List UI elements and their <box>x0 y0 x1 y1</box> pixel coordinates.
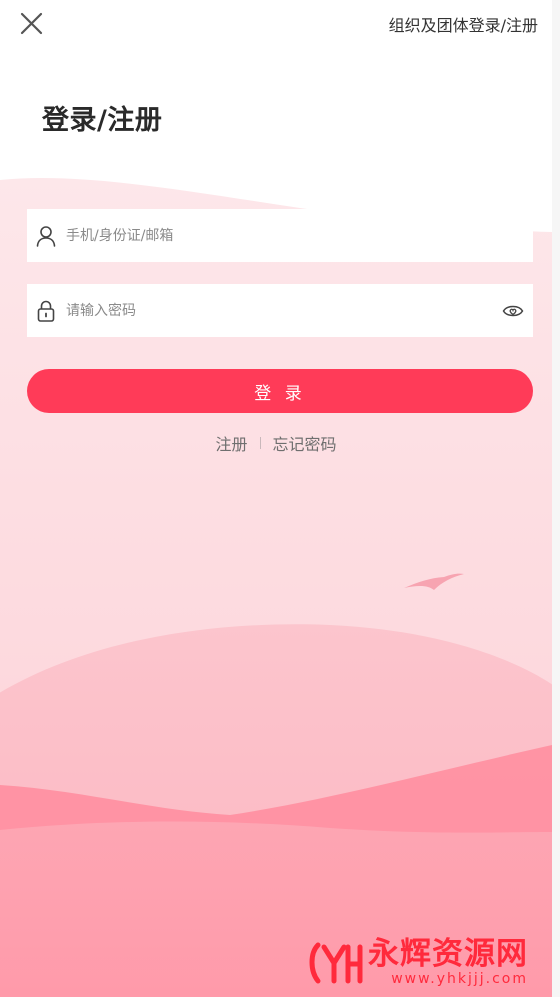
lock-icon <box>37 300 55 322</box>
login-page: 组织及团体登录/注册 登录/注册 登 录 注册 忘记密码 <box>0 0 552 997</box>
background-illustration <box>0 178 552 997</box>
account-field <box>27 209 533 262</box>
watermark-title: 永辉资源网 <box>368 936 528 972</box>
link-divider <box>259 437 261 449</box>
bottom-links: 注册 忘记密码 <box>0 431 552 455</box>
close-icon[interactable] <box>14 8 48 42</box>
user-icon <box>36 225 56 247</box>
watermark-url: www.yhkjjj.com <box>391 971 528 987</box>
page-title: 登录/注册 <box>42 105 163 136</box>
password-input[interactable] <box>66 290 502 331</box>
eye-icon[interactable] <box>502 302 524 320</box>
login-button[interactable]: 登 录 <box>27 369 533 413</box>
register-link[interactable]: 注册 <box>215 431 247 455</box>
watermark-logo-icon <box>309 942 363 984</box>
right-edge-strip <box>552 0 560 997</box>
watermark: 永辉资源网 www.yhkjjj.com <box>304 937 528 987</box>
account-input[interactable] <box>66 215 533 256</box>
org-login-register-link[interactable]: 组织及团体登录/注册 <box>389 12 538 36</box>
forgot-password-link[interactable]: 忘记密码 <box>273 431 337 455</box>
password-field <box>27 284 533 337</box>
